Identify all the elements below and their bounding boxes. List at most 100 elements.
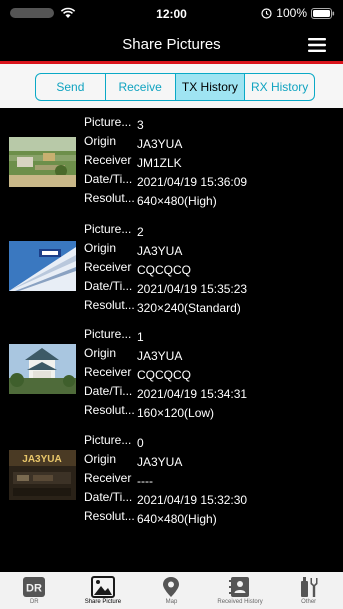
status-bar: 12:00 100% [0,0,343,28]
tab-rx-history[interactable]: RX History [245,74,314,100]
picture-row: Picture... 0 [84,433,144,451]
resolution-value: 640×480(High) [137,194,217,208]
receiver-value: ---- [137,474,153,488]
date-row: Date/Ti... 2021/04/19 15:36:09 [84,172,247,190]
alarm-icon [261,7,272,19]
list-item[interactable]: Picture... 2 Origin JA3YUA Receiver CQCQCQ … [0,217,343,322]
date-label: Date/Ti... [84,490,133,504]
resolution-row: Resolut... 160×120(Low) [84,403,214,421]
battery-percent: 100% [276,6,307,20]
origin-row: Origin JA3YUA [84,134,182,152]
picture-label: Picture... [84,115,132,129]
date-label: Date/Ti... [84,279,133,293]
resolution-label: Resolut... [84,403,135,417]
origin-label: Origin [84,134,117,148]
tabbar-item-dr[interactable]: DR DR [0,572,69,609]
receiver-label: Receiver [84,471,132,485]
tab-tx-history[interactable]: TX History [175,74,246,100]
tx-history-list: Picture... 3 Origin JA3YUA Receiver JM1ZLK … [0,108,343,572]
battery-icon [311,7,335,19]
picture-value: 3 [137,118,144,132]
dr-icon: DR [23,577,46,597]
thumbnail-text: JA3YUA [22,454,61,465]
receiver-value: CQCQCQ [137,368,191,382]
nav-bar: Share Pictures [0,28,343,61]
date-row: Date/Ti... 2021/04/19 15:34:31 [84,384,247,402]
list-item[interactable]: JA3YUA Picture... 0 Origin JA3YUA Receiver… [0,428,343,533]
thumbnail-image: JA3YUA [9,450,76,500]
date-value: 2021/04/19 15:34:31 [137,387,248,401]
resolution-label: Resolut... [84,509,135,523]
contacts-icon [229,577,250,597]
resolution-row: Resolut... 320×240(Standard) [84,298,241,316]
tabbar-label: Other [301,599,317,605]
picture-label: Picture... [84,327,132,341]
receiver-label: Receiver [84,365,132,379]
tabbar-item-share-picture[interactable]: Share Picture [69,572,138,609]
resolution-label: Resolut... [84,191,135,205]
page-title: Share Pictures [122,36,221,53]
tab-area: Send Receive TX History RX History [0,64,343,108]
date-value: 2021/04/19 15:36:09 [137,175,248,189]
tabbar-label: Map [165,599,178,605]
origin-label: Origin [84,346,117,360]
list-item[interactable]: Picture... 1 Origin JA3YUA Receiver CQCQCQ … [0,322,343,427]
thumbnail-image [9,241,76,291]
picture-label: Picture... [84,433,132,447]
origin-value: JA3YUA [137,137,183,151]
thumbnail-image [9,344,76,394]
receiver-label: Receiver [84,153,132,167]
picture-row: Picture... 2 [84,222,144,240]
thumbnail-image [9,137,76,187]
origin-value: JA3YUA [137,455,183,469]
status-right: 100% [261,6,335,20]
date-value: 2021/04/19 15:35:23 [137,282,248,296]
origin-row: Origin JA3YUA [84,241,182,259]
picture-value: 1 [137,330,144,344]
tabbar-label: Share Picture [84,599,122,605]
tools-icon [300,577,318,597]
resolution-row: Resolut... 640×480(High) [84,509,217,527]
receiver-value: CQCQCQ [137,263,191,277]
date-label: Date/Ti... [84,384,133,398]
picture-row: Picture... 3 [84,115,144,133]
origin-row: Origin JA3YUA [84,346,182,364]
tab-receive[interactable]: Receive [106,74,176,100]
date-row: Date/Ti... 2021/04/19 15:35:23 [84,279,247,297]
date-row: Date/Ti... 2021/04/19 15:32:30 [84,490,247,508]
tabbar-label: Received History [217,599,263,605]
resolution-value: 160×120(Low) [137,406,215,420]
receiver-value: JM1ZLK [137,156,182,170]
picture-value: 0 [137,436,144,450]
resolution-row: Resolut... 640×480(High) [84,191,217,209]
tabbar-item-other[interactable]: Other [274,572,343,609]
picture-label: Picture... [84,222,132,236]
tabbar-label: DR [29,599,39,605]
segmented-control: Send Receive TX History RX History [35,73,315,101]
tabbar-item-map[interactable]: Map [137,572,206,609]
hamburger-menu-icon[interactable] [308,38,326,52]
date-label: Date/Ti... [84,172,133,186]
resolution-value: 640×480(High) [137,512,217,526]
receiver-row: Receiver CQCQCQ [84,260,191,278]
picture-icon [90,576,115,598]
list-item[interactable]: Picture... 3 Origin JA3YUA Receiver JM1ZLK … [0,110,343,215]
receiver-label: Receiver [84,260,132,274]
origin-value: JA3YUA [137,349,183,363]
tab-send[interactable]: Send [36,74,106,100]
receiver-row: Receiver CQCQCQ [84,365,191,383]
origin-row: Origin JA3YUA [84,452,182,470]
origin-label: Origin [84,452,117,466]
map-pin-icon [163,577,180,597]
receiver-row: Receiver JM1ZLK [84,153,182,171]
origin-label: Origin [84,241,117,255]
resolution-label: Resolut... [84,298,135,312]
picture-value: 2 [137,225,144,239]
receiver-row: Receiver ---- [84,471,153,489]
origin-value: JA3YUA [137,244,183,258]
picture-row: Picture... 1 [84,327,144,345]
date-value: 2021/04/19 15:32:30 [137,493,248,507]
svg-text:DR: DR [26,583,42,595]
tabbar-item-received-history[interactable]: Received History [206,572,275,609]
resolution-value: 320×240(Standard) [137,301,241,315]
